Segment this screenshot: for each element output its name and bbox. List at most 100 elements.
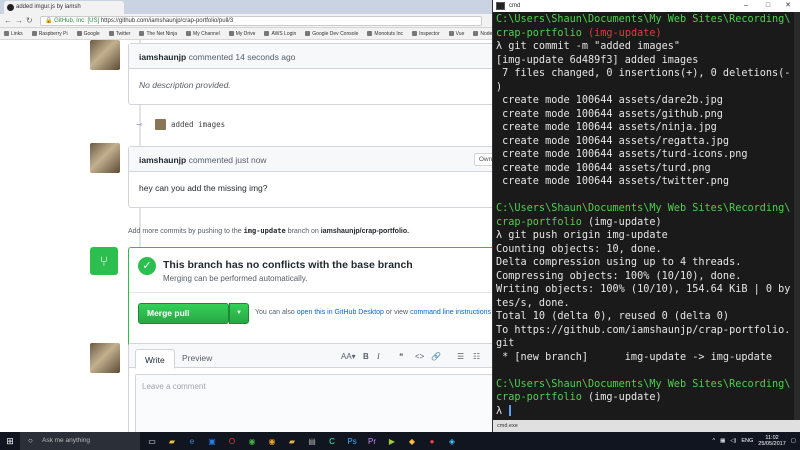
network-icon[interactable]: ▦ <box>720 438 725 444</box>
terminal-text: 7 files changed, 0 insertions(+), 0 dele… <box>496 68 791 79</box>
bookmark-item[interactable]: Monotuts Inc <box>367 31 403 37</box>
forward-icon[interactable]: → <box>15 16 23 26</box>
bookmark-item[interactable]: Inspector <box>412 31 440 37</box>
firefox-icon[interactable]: ◉ <box>264 434 280 448</box>
command-line-link[interactable]: command line instructions <box>410 309 491 316</box>
minimize-icon[interactable]: – <box>736 0 756 12</box>
branch-name: img-update <box>243 227 286 235</box>
app-icon[interactable]: ◆ <box>404 434 420 448</box>
opera-icon[interactable]: O <box>224 434 240 448</box>
tab-title: added imgur.js by iamsh <box>16 4 81 10</box>
notifications-icon[interactable]: ▢ <box>791 438 796 444</box>
bookmark-item[interactable]: Vue <box>448 31 464 37</box>
terminal-text: create mode 100644 assets/turd.png <box>496 162 711 174</box>
premiere-icon[interactable]: Pr <box>364 434 380 448</box>
bookmark-item[interactable]: Raspberry Pi <box>31 31 68 37</box>
bookmark-item[interactable]: My Channel <box>186 31 220 37</box>
merge-status-subtitle: Merging can be performed automatically. <box>163 274 308 283</box>
editor-app-icon[interactable]: C <box>324 434 340 448</box>
terminal-line: λ git push origin img-update <box>496 229 800 243</box>
back-icon[interactable]: ← <box>4 16 12 26</box>
scrollbar[interactable] <box>794 12 800 420</box>
branch-indicator: (img-update) <box>588 27 662 39</box>
code-icon[interactable]: <> <box>415 352 424 361</box>
terminal-app-icon[interactable]: ▤ <box>304 434 320 448</box>
bullet-list-icon[interactable]: ☰ <box>457 352 464 361</box>
chevron-down-icon[interactable]: ▼ <box>229 303 249 324</box>
terminal-app-icon[interactable]: ▶ <box>384 434 400 448</box>
bookmark-item[interactable]: Google <box>76 31 100 37</box>
link-icon[interactable]: 🔗 <box>431 352 441 361</box>
numbered-list-icon[interactable]: ☷ <box>473 352 480 361</box>
chevron-up-icon[interactable]: ^ <box>712 438 715 444</box>
bookmark-item[interactable]: Links <box>4 31 23 37</box>
volume-icon[interactable]: ◁) <box>730 438 736 444</box>
merge-alt-text: or view <box>385 309 409 316</box>
bookmark-item[interactable]: Google Dev Console <box>305 31 358 37</box>
folder-icon[interactable]: ▰ <box>284 434 300 448</box>
terminal-text: Total 10 (delta 0), reused 0 (delta 0) <box>496 311 730 322</box>
terminal-line: create mode 100644 assets/turd-icons.png <box>496 148 800 162</box>
git-merge-icon: ⑂ <box>90 247 118 275</box>
recorder-icon[interactable]: ● <box>424 434 440 448</box>
language-indicator[interactable]: ENG <box>741 438 753 444</box>
comment-author[interactable]: iamshaunjp <box>139 155 186 165</box>
terminal-text: crap-portfolio <box>496 27 589 39</box>
commit-message[interactable]: added images <box>171 120 225 129</box>
text-size-icon[interactable]: AA▾ <box>341 352 356 361</box>
windows-start-icon[interactable]: ⊞ <box>0 432 20 450</box>
avatar[interactable] <box>90 143 120 173</box>
comment-textarea[interactable]: Leave a comment <box>135 374 492 432</box>
bookmark-item[interactable]: My Drive <box>228 31 255 37</box>
terminal-line: ) <box>496 81 800 95</box>
terminal-line: crap-portfolio (img-update) <box>496 27 800 41</box>
app-icon[interactable]: ◈ <box>444 434 460 448</box>
tab-write[interactable]: Write <box>135 349 175 369</box>
terminal-titlebar: cmd – □ ✕ <box>493 0 800 12</box>
open-desktop-link[interactable]: open this in GitHub Desktop <box>297 309 384 316</box>
clock[interactable]: 11:02 25/05/2017 <box>758 435 786 447</box>
terminal-text: λ git push origin img-update <box>496 230 668 241</box>
comment-box: iamshaunjp commented just now Owner hey … <box>128 146 492 208</box>
maximize-icon[interactable]: □ <box>758 0 778 12</box>
terminal-line: Compressing objects: 100% (10/10), done. <box>496 270 800 284</box>
terminal-text: C:\Users\Shaun\Documents\My Web Sites\Re… <box>496 14 791 25</box>
terminal-line: C:\Users\Shaun\Documents\My Web Sites\Re… <box>496 202 800 216</box>
bookmark-item[interactable]: Twitter <box>108 31 130 37</box>
pull-request-page: iamshaunjp commented 14 seconds ago No d… <box>0 40 492 432</box>
quote-icon[interactable]: ❝ <box>399 352 403 361</box>
italic-icon[interactable]: I <box>377 352 380 361</box>
search-input[interactable]: ○ Ask me anything <box>20 432 140 450</box>
merge-pull-request-button[interactable]: Merge pull request <box>138 303 229 337</box>
search-placeholder: Ask me anything <box>42 437 91 444</box>
task-view-icon[interactable]: ▭ <box>144 434 160 448</box>
edge-icon[interactable]: e <box>184 434 200 448</box>
url-input[interactable]: 🔒 GitHub, Inc. [US] https://github.com/i… <box>40 16 482 26</box>
terminal-title: cmd <box>509 3 521 9</box>
chrome-icon[interactable]: ◉ <box>244 434 260 448</box>
tab-preview[interactable]: Preview <box>173 348 221 368</box>
comment-author[interactable]: iamshaunjp <box>139 52 186 62</box>
terminal-line: create mode 100644 assets/dare2b.jpg <box>496 94 800 108</box>
terminal-text: create mode 100644 assets/ninja.jpg <box>496 122 717 133</box>
bookmark-item[interactable]: AWS Login <box>264 31 296 37</box>
photoshop-icon[interactable]: Ps <box>344 434 360 448</box>
bookmark-item[interactable]: The Net Ninja <box>139 31 177 37</box>
close-icon[interactable]: ✕ <box>778 0 798 12</box>
bold-icon[interactable]: B <box>363 352 369 361</box>
file-explorer-icon[interactable]: ▰ <box>164 434 180 448</box>
bookmark-icon <box>139 31 145 36</box>
avatar[interactable] <box>90 40 120 70</box>
terminal-output[interactable]: C:\Users\Shaun\Documents\My Web Sites\Re… <box>496 13 800 418</box>
avatar[interactable] <box>90 343 120 373</box>
bookmark-icon <box>367 31 373 36</box>
merge-alt-text: You can also <box>255 309 295 316</box>
store-icon[interactable]: ▣ <box>204 434 220 448</box>
terminal-line: To https://github.com/iamshaunjp/crap-po… <box>496 324 800 338</box>
reload-icon[interactable]: ↻ <box>26 16 33 26</box>
tab-pull-request[interactable]: added imgur.js by iamsh <box>4 1 124 14</box>
bookmark-item[interactable]: Node <box>473 31 492 37</box>
cursor <box>509 405 512 416</box>
